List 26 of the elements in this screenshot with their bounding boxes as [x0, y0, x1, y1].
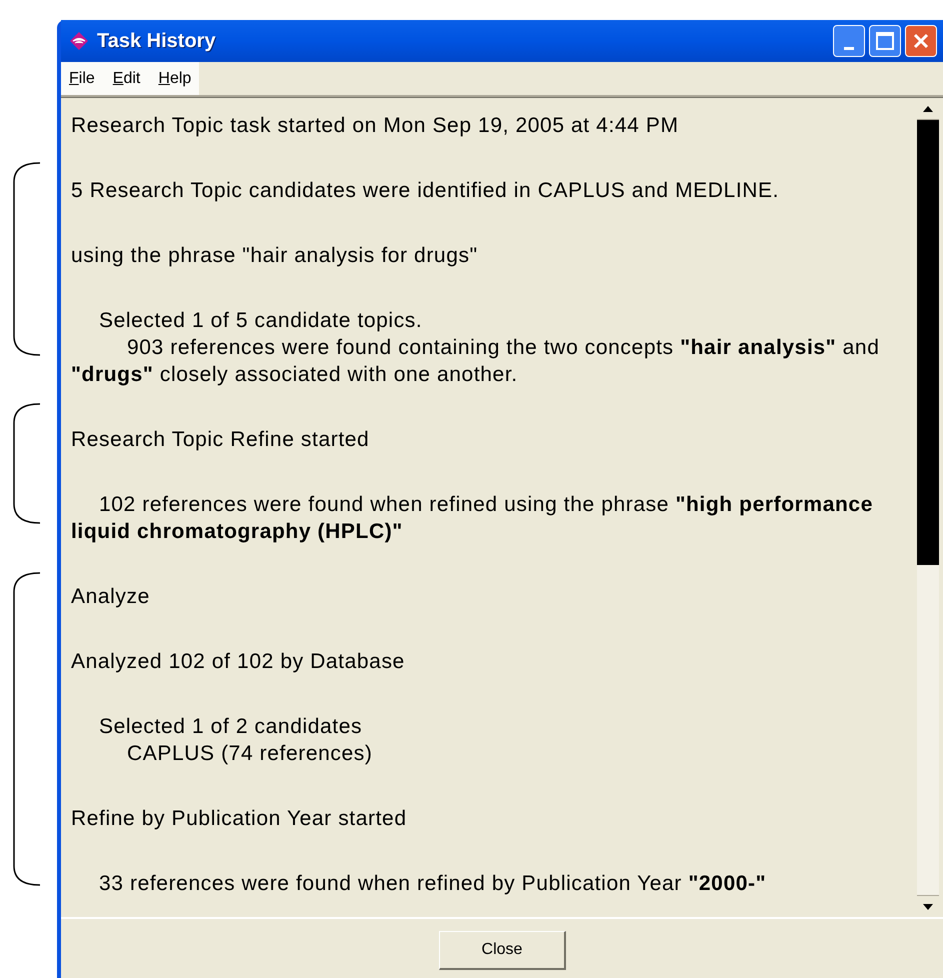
- close-button[interactable]: [905, 25, 937, 57]
- scrollbar-thumb[interactable]: [917, 120, 939, 565]
- log-line: CAPLUS (74 references): [126, 741, 374, 767]
- log-line: using the phrase "hair analysis for drugs": [71, 243, 479, 269]
- log-line: 5 Research Topic candidates were identified in CAPLUS and MEDLINE.: [71, 178, 780, 204]
- close-icon: [912, 32, 930, 50]
- log-line: Analyzed 102 of 102 by Database: [71, 649, 406, 675]
- log-line: 33 references were found when refined by Publication Year "2000-": [98, 871, 768, 897]
- app-icon: [69, 31, 89, 51]
- menu-item[interactable]: Edit: [112, 66, 140, 90]
- log-line: Refine by Publication Year started: [71, 806, 408, 832]
- log-line: Selected 1 of 2 candidates: [98, 714, 364, 740]
- menu-item[interactable]: Help: [158, 66, 192, 90]
- log-line: Selected 1 of 5 candidate topics.: [98, 308, 424, 334]
- menu-item[interactable]: File: [69, 66, 95, 90]
- log-line: Research Topic Refine started: [71, 427, 370, 453]
- down-arrow-icon: [923, 904, 933, 910]
- log-line: Analyze: [71, 584, 151, 610]
- window-title: Task History: [97, 29, 216, 54]
- log-line: Research Topic task started on Mon Sep 19, 2005 at 4:44 PM: [71, 113, 680, 139]
- up-arrow-icon: [923, 106, 933, 112]
- minimize-button[interactable]: [833, 25, 865, 57]
- maximize-button[interactable]: [869, 25, 901, 57]
- close-dialog-button[interactable]: Close: [439, 931, 566, 970]
- log-line: 903 references were found containing the two concepts "hair analysis" and "drugs" closely associated with one another.: [71, 335, 880, 388]
- log-line: 102 references were found when refined using the phrase "high performance liquid chromatography (HPLC)": [71, 492, 874, 545]
